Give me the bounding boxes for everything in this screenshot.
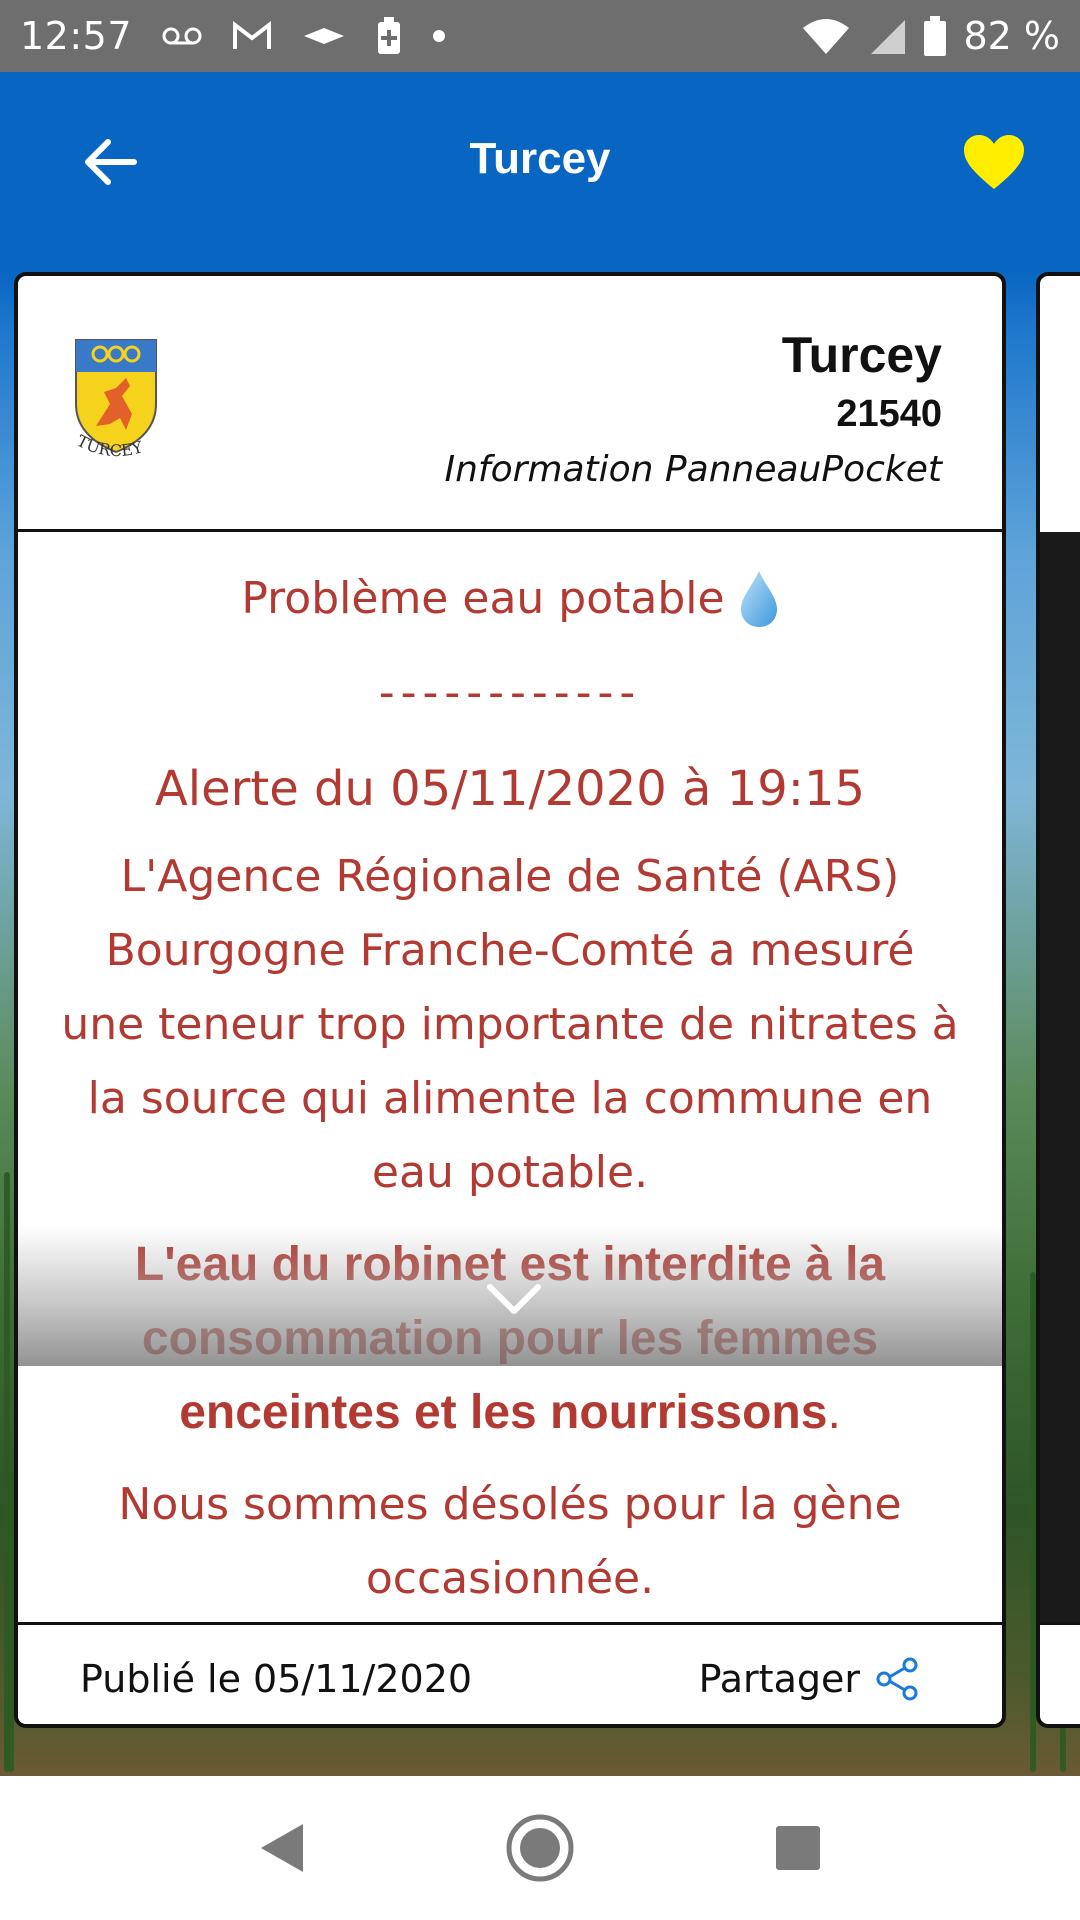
- battery-percent: 82 %: [963, 14, 1060, 58]
- gmail-icon: [232, 0, 272, 72]
- card-header-info: Turcey 21540 Information PanneauPocket: [444, 324, 942, 498]
- app-notification-icon: [302, 0, 346, 72]
- battery-icon: [923, 0, 947, 72]
- card-footer: Publié le 05/11/2020 Partager: [18, 1622, 1002, 1724]
- system-nav-bar: [0, 1776, 1080, 1920]
- signal-icon: [867, 0, 907, 72]
- page-title: Turcey: [469, 134, 611, 183]
- triangle-back-icon: [261, 1824, 303, 1872]
- heart-icon: [964, 135, 1024, 189]
- message-warning-end: .: [827, 1386, 841, 1439]
- share-icon: [876, 1657, 918, 1700]
- postal-code: 21540: [836, 393, 942, 435]
- nav-home-button[interactable]: [480, 1776, 600, 1920]
- next-card-content: [1040, 532, 1080, 1622]
- voicemail-icon: [162, 0, 202, 72]
- message-apology: Nous sommes désolés pour la gène occasio…: [118, 1479, 902, 1604]
- message-title-text: Problème eau potable: [241, 573, 725, 624]
- message-paragraph: L'Agence Régionale de Santé (ARS) Bourgo…: [61, 851, 959, 1198]
- expand-button[interactable]: [484, 1276, 544, 1322]
- square-recents-icon: [776, 1826, 820, 1870]
- published-date: Publié le 05/11/2020: [80, 1656, 473, 1701]
- app-bar: Turcey: [0, 72, 1080, 272]
- town-crest-logo: TURCEY: [60, 334, 180, 474]
- home-circle-icon: [506, 1814, 574, 1882]
- town-name: Turcey: [781, 327, 942, 383]
- water-drop-icon: [740, 571, 777, 627]
- battery-saver-icon: [376, 0, 402, 72]
- favorite-button[interactable]: [954, 122, 1034, 202]
- status-time: 12:57: [20, 14, 133, 58]
- nav-back-button[interactable]: [222, 1776, 342, 1920]
- chevron-down-icon: [487, 1284, 541, 1314]
- wifi-icon: [801, 0, 851, 72]
- status-bar: 12:57 82 %: [0, 0, 1080, 72]
- share-label: Partager: [698, 1656, 860, 1701]
- next-card-divider: [1040, 1622, 1080, 1625]
- share-button[interactable]: Partager: [698, 1625, 920, 1724]
- message-body: Problème eau potable ------------ Alerte…: [18, 532, 1002, 1622]
- info-source: Information PanneauPocket: [444, 449, 942, 490]
- message-title: Problème eau potable: [18, 562, 1002, 636]
- alert-date: Alerte du 05/11/2020 à 19:15: [154, 761, 866, 817]
- card-header: TURCEY Turcey 21540 Information PanneauP…: [18, 276, 1002, 532]
- next-card-peek[interactable]: [1036, 272, 1080, 1728]
- dot-icon: [432, 0, 446, 72]
- nav-recents-button[interactable]: [738, 1776, 858, 1920]
- announcement-card: TURCEY Turcey 21540 Information PanneauP…: [14, 272, 1006, 1728]
- message-separator: ------------: [378, 667, 642, 718]
